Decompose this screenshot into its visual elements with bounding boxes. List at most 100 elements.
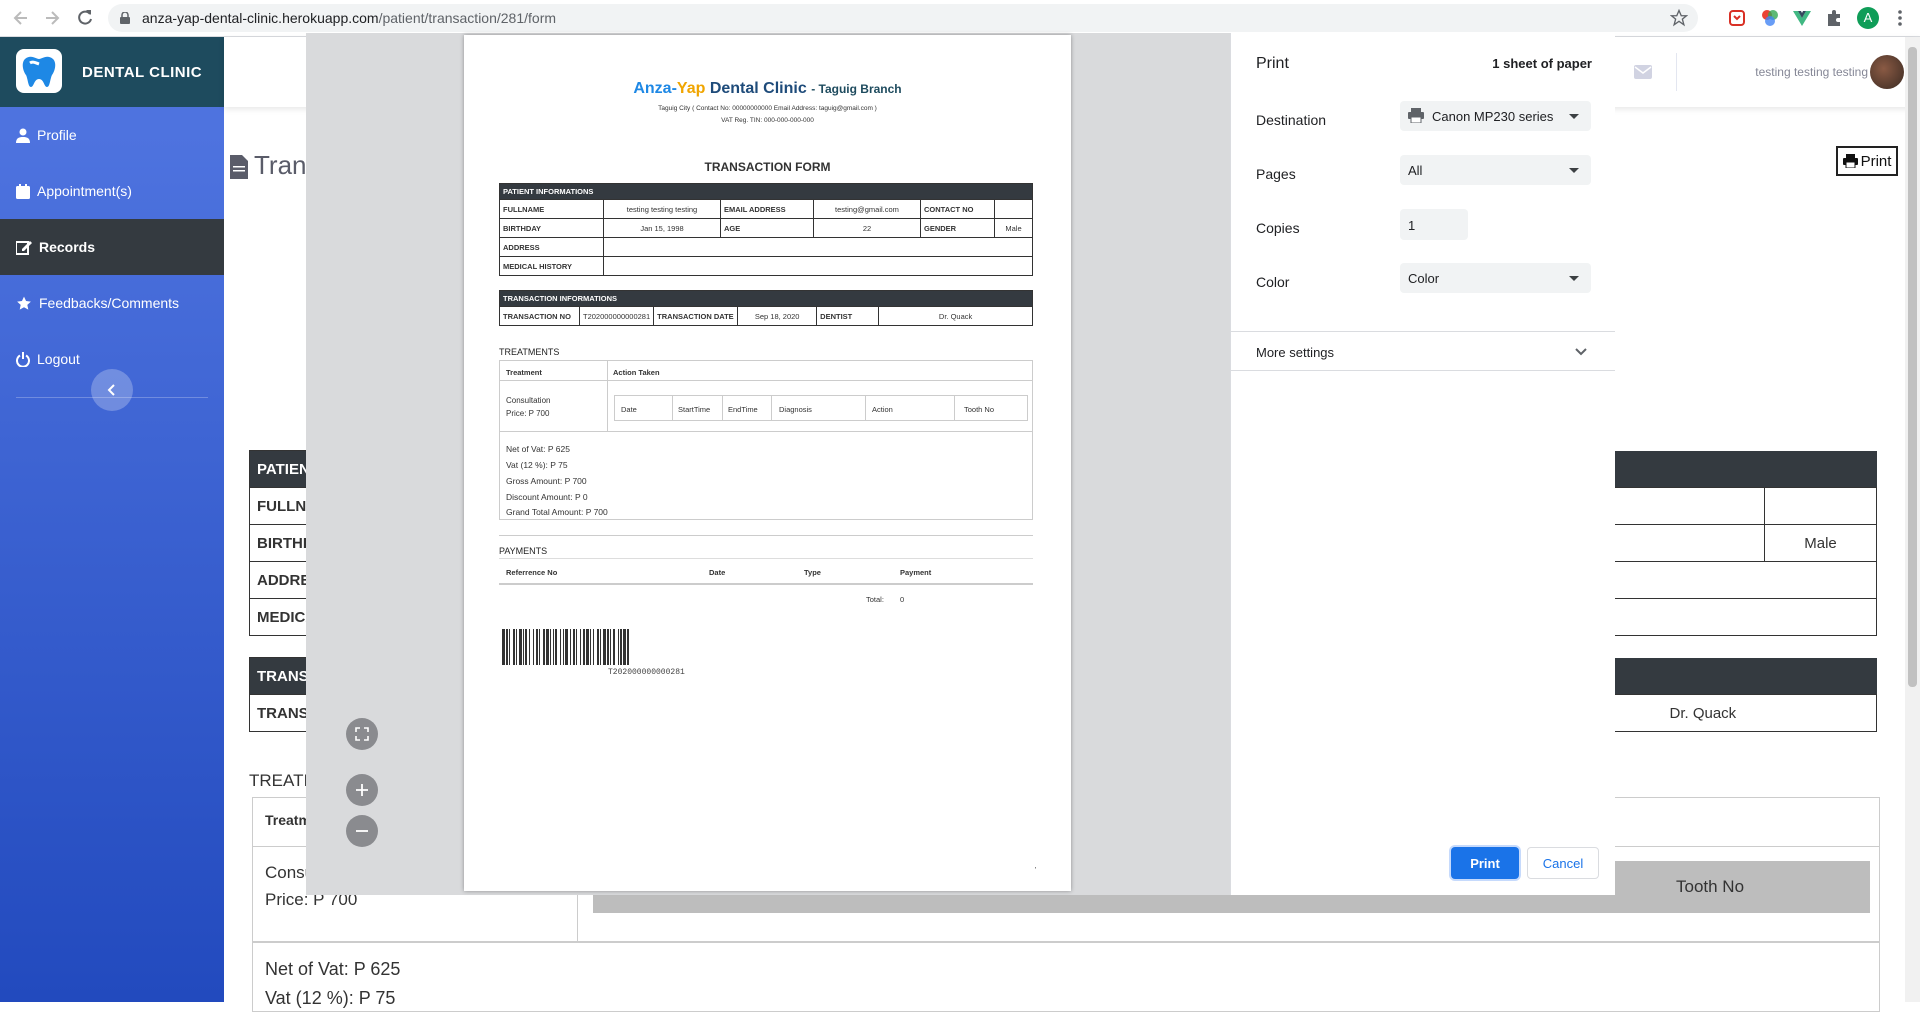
barcode-bar	[525, 629, 527, 665]
barcode-bar	[610, 629, 611, 665]
more-settings-toggle[interactable]: More settings	[1231, 331, 1615, 371]
page-scrollbar[interactable]	[1905, 37, 1920, 1002]
print-settings-panel: Print 1 sheet of paper Destination Canon…	[1230, 33, 1615, 895]
extensions-puzzle-icon[interactable]	[1824, 8, 1844, 28]
user-avatar[interactable]	[1870, 55, 1904, 89]
barcode-bar	[590, 629, 591, 665]
sheet-count: 1 sheet of paper	[1492, 56, 1592, 71]
chevron-down-icon	[1569, 168, 1579, 173]
address-bar[interactable]: anza-yap-dental-clinic.herokuapp.com/pat…	[108, 4, 1698, 32]
color-select[interactable]: Color	[1400, 263, 1591, 293]
barcode-bar	[565, 629, 568, 665]
sidebar-toggle-button[interactable]	[91, 369, 133, 411]
sidebar-item-feedbacks[interactable]: Feedbacks/Comments	[0, 275, 224, 331]
print-button[interactable]: Print	[1451, 847, 1519, 879]
sidebar-item-records[interactable]: Records	[0, 219, 224, 275]
barcode-bar	[613, 629, 615, 665]
user-icon	[16, 128, 37, 143]
menu-kebab-icon[interactable]	[1890, 8, 1910, 28]
barcode-bar	[509, 629, 510, 665]
barcode-bar	[519, 629, 522, 665]
bookmark-star-icon[interactable]	[1670, 9, 1688, 27]
barcode-bar	[516, 629, 517, 665]
barcode-bar	[555, 629, 557, 665]
doc-action-col-tooth: Tooth No	[964, 405, 995, 414]
print-form-button[interactable]: Print	[1836, 146, 1898, 176]
barcode-bar	[529, 629, 530, 665]
chevron-down-icon	[1569, 114, 1579, 119]
user-name[interactable]: testing testing testing	[1755, 65, 1868, 79]
barcode-bar	[620, 629, 622, 665]
printer-icon	[1842, 154, 1858, 168]
doc-payments-title: PAYMENTS	[499, 546, 548, 556]
profile-avatar[interactable]: A	[1857, 7, 1879, 29]
doc-vat: Vat (12 %): P 75	[506, 460, 568, 470]
extension-vue-icon[interactable]	[1792, 8, 1812, 28]
sidebar: DENTAL CLINIC Profile Appointment(s) Rec…	[0, 37, 224, 1002]
doc-net-vat: Net of Vat: P 625	[506, 444, 570, 454]
barcode-bar	[553, 629, 554, 665]
sidebar-item-label: Logout	[37, 351, 80, 367]
sidebar-item-appointments[interactable]: Appointment(s)	[0, 163, 224, 219]
cancel-button[interactable]: Cancel	[1527, 847, 1599, 879]
barcode-bar	[546, 629, 549, 665]
forward-icon[interactable]	[42, 8, 62, 28]
pages-select[interactable]: All	[1400, 155, 1591, 185]
destination-select[interactable]: Canon MP230 series	[1400, 101, 1591, 131]
barcode-bar	[513, 629, 515, 665]
barcode-bar	[536, 629, 538, 665]
scrollbar-thumb[interactable]	[1908, 47, 1917, 687]
doc-total-label: Total:	[866, 595, 884, 604]
envelope-icon[interactable]	[1634, 65, 1652, 79]
pages-label: Pages	[1256, 166, 1296, 182]
sidebar-item-label: Records	[39, 239, 96, 255]
url-text: anza-yap-dental-clinic.herokuapp.com/pat…	[142, 10, 557, 26]
doc-gross: Gross Amount: P 700	[506, 476, 587, 486]
zoom-out-button[interactable]	[346, 815, 378, 847]
file-icon	[230, 155, 248, 180]
barcode-bar	[597, 629, 599, 665]
zoom-in-button[interactable]	[346, 774, 378, 806]
back-icon[interactable]	[11, 8, 31, 28]
edit-icon	[16, 240, 39, 255]
barcode-bar	[523, 629, 524, 665]
copies-input[interactable]: 1	[1400, 209, 1468, 240]
copies-label: Copies	[1256, 220, 1300, 236]
doc-treatment-col: Treatment	[506, 368, 542, 377]
doc-treatment-price: Price: P 700	[506, 409, 550, 418]
doc-treatment-name: Consultation	[506, 396, 551, 405]
barcode-bar	[573, 629, 575, 665]
extension-color-icon[interactable]	[1760, 8, 1780, 28]
fit-to-page-button[interactable]	[346, 718, 378, 750]
topbar-divider	[1676, 53, 1677, 91]
barcode-bar	[570, 629, 571, 665]
doc-row-line	[499, 380, 1033, 381]
barcode-bar	[533, 629, 534, 665]
doc-action-col-date: Date	[621, 405, 637, 414]
barcode-bar	[576, 629, 577, 665]
barcode-bar	[593, 629, 594, 665]
doc-payment-col-date: Date	[709, 568, 726, 577]
sidebar-item-label: Profile	[37, 127, 77, 143]
fullscreen-icon	[355, 727, 369, 741]
doc-patient-table: PATIENT INFORMATIONS FULLNAME testing tes…	[499, 183, 1033, 276]
extension-pocket-icon[interactable]	[1727, 8, 1747, 28]
barcode-bar	[502, 629, 505, 665]
barcode-bar	[563, 629, 564, 665]
doc-barcode-text: T202000000000281	[608, 668, 685, 677]
barcode-bar	[627, 629, 629, 665]
doc-payment-col-type: Type	[804, 568, 821, 577]
doc-vat-line: VAT Reg. TIN: 000-000-000-000	[721, 117, 814, 124]
chevron-down-icon	[1575, 348, 1587, 356]
lock-icon	[120, 12, 130, 24]
sidebar-brand[interactable]: DENTAL CLINIC	[0, 37, 224, 107]
chevron-down-icon	[1569, 276, 1579, 281]
barcode-bar	[618, 629, 619, 665]
bg-cell: Male	[1764, 524, 1877, 562]
doc-row-line	[499, 431, 1033, 432]
sidebar-item-profile[interactable]: Profile	[0, 107, 224, 163]
brand-name: DENTAL CLINIC	[82, 64, 203, 81]
destination-label: Destination	[1256, 112, 1327, 128]
doc-form-title: TRANSACTION FORM	[704, 160, 831, 174]
reload-icon[interactable]	[75, 8, 95, 28]
